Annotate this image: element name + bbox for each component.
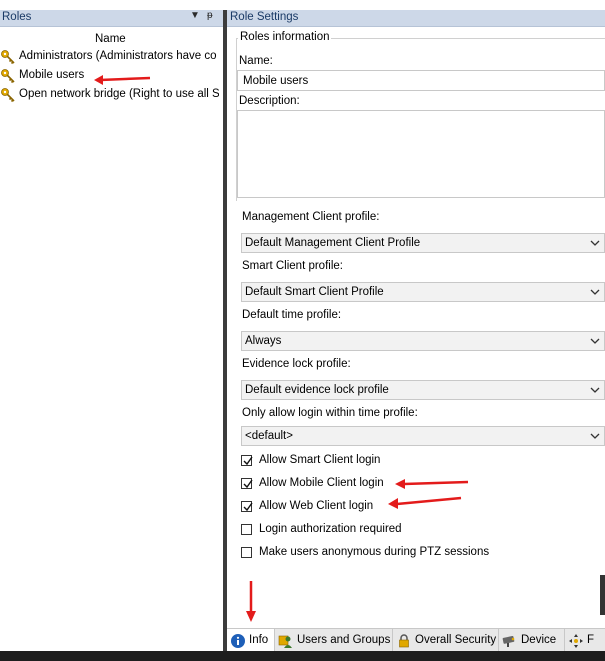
smart-profile-select[interactable]: Default Smart Client Profile [241, 282, 605, 302]
tab-label: F [587, 634, 595, 646]
checkmark-icon [243, 479, 253, 489]
users-icon [278, 635, 292, 648]
tab-label: Device [521, 634, 557, 646]
chevron-down-icon [590, 433, 600, 439]
chevron-down-icon [590, 240, 600, 246]
allow-smart-client-checkbox[interactable] [241, 455, 253, 466]
annotation-arrow [388, 496, 462, 509]
name-input-value: Mobile users [243, 75, 309, 87]
login-time-profile-value: <default> [245, 430, 293, 442]
tab-label: Users and Groups [297, 634, 391, 646]
chevron-down-icon [590, 338, 600, 344]
tab-overall-security[interactable]: Overall Security [393, 629, 499, 652]
smart-profile-value: Default Smart Client Profile [245, 286, 384, 298]
allow-web-client-checkbox[interactable] [241, 501, 253, 512]
description-input[interactable] [237, 110, 605, 198]
name-label: Name: [239, 55, 273, 67]
allow-mobile-client-label[interactable]: Allow Mobile Client login [259, 477, 384, 489]
login-time-profile-select[interactable]: <default> [241, 426, 605, 446]
allow-web-client-label[interactable]: Allow Web Client login [259, 500, 373, 512]
checkmark-icon [243, 502, 253, 512]
tab-device[interactable]: Device [499, 629, 565, 652]
annotation-arrow [94, 75, 151, 85]
login-authorization-label[interactable]: Login authorization required [259, 523, 402, 535]
key-icon [1, 69, 15, 84]
time-profile-label: Default time profile: [242, 309, 342, 321]
login-authorization-checkbox[interactable] [241, 524, 252, 535]
ptz-icon [569, 634, 583, 648]
key-icon [1, 88, 15, 103]
annotation-arrow [395, 479, 469, 489]
role-row-open-network-bridge[interactable]: Open network bridge (Right to use all S [0, 86, 223, 104]
time-profile-value: Always [245, 335, 282, 347]
camera-icon [502, 636, 515, 647]
evidence-profile-select[interactable]: Default evidence lock profile [241, 380, 605, 400]
key-icon [1, 50, 15, 65]
evidence-profile-label: Evidence lock profile: [242, 358, 351, 370]
allow-mobile-client-checkbox[interactable] [241, 478, 253, 489]
name-input[interactable]: Mobile users [237, 70, 605, 91]
role-label: Administrators (Administrators have co [19, 50, 217, 62]
role-tabs: Info Users and Groups Overall Security D… [227, 628, 605, 652]
login-time-profile-label: Only allow login within time profile: [242, 407, 418, 419]
roles-pane-header: Roles ▼ ᵽ [0, 10, 223, 27]
pane-menu-icon[interactable]: ▼ [190, 10, 200, 21]
evidence-profile-value: Default evidence lock profile [245, 384, 389, 396]
info-icon [231, 634, 245, 648]
anonymous-ptz-checkbox[interactable] [241, 547, 252, 558]
smart-profile-label: Smart Client profile: [242, 260, 343, 272]
role-row-administrators[interactable]: Administrators (Administrators have co [0, 48, 223, 66]
time-profile-select[interactable]: Always [241, 331, 605, 351]
name-column-header[interactable]: Name [95, 33, 126, 45]
annotation-arrow [246, 581, 256, 622]
lock-icon [399, 634, 409, 648]
roles-pane-title: Roles [2, 11, 32, 23]
allow-smart-client-label[interactable]: Allow Smart Client login [259, 454, 380, 466]
scrollbar-thumb[interactable] [600, 575, 605, 615]
role-label: Open network bridge (Right to use all S [19, 88, 219, 100]
bottom-border [0, 651, 605, 661]
tab-info[interactable]: Info [227, 629, 275, 652]
chevron-down-icon [590, 289, 600, 295]
tab-label: Info [249, 634, 269, 646]
role-settings-header: Role Settings [227, 10, 605, 27]
tab-label: Overall Security [415, 634, 497, 646]
tab-users-and-groups[interactable]: Users and Groups [275, 629, 393, 652]
tab-ptz[interactable]: F [565, 629, 605, 652]
roles-information-legend: Roles information [238, 31, 332, 43]
description-label: Description: [239, 95, 300, 107]
pin-icon[interactable]: ᵽ [207, 10, 213, 21]
chevron-down-icon [590, 387, 600, 393]
mgmt-profile-value: Default Management Client Profile [245, 237, 421, 249]
mgmt-profile-select[interactable]: Default Management Client Profile [241, 233, 605, 253]
checkmark-icon [243, 456, 253, 466]
mgmt-profile-label: Management Client profile: [242, 211, 380, 223]
anonymous-ptz-label[interactable]: Make users anonymous during PTZ sessions [259, 546, 489, 558]
role-settings-title: Role Settings [230, 11, 299, 23]
